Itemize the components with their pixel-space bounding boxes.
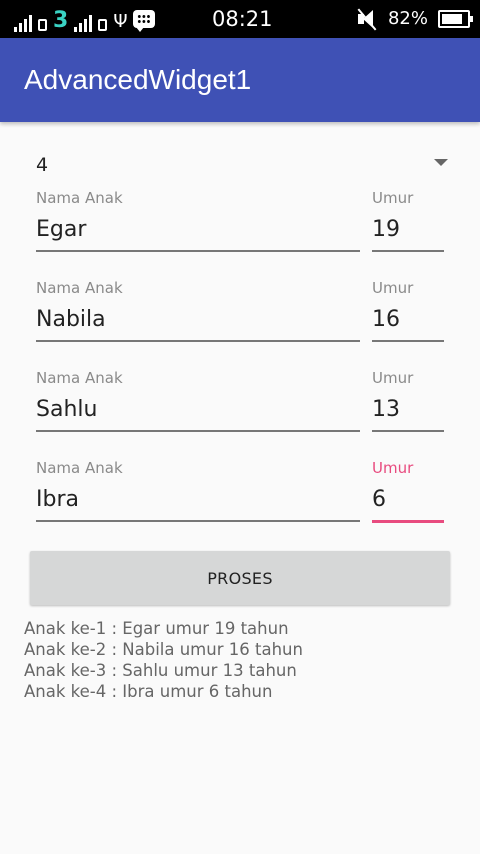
child-row: Nama Anak Egar Umur 19 — [0, 188, 480, 258]
app-bar: AdvancedWidget1 — [0, 38, 480, 122]
name-label: Nama Anak — [36, 189, 123, 207]
age-input[interactable]: 16 — [372, 306, 400, 334]
name-underline — [36, 520, 360, 522]
age-input[interactable]: 13 — [372, 396, 400, 424]
spinner-selected-value: 4 — [36, 154, 49, 176]
bbm-icon — [133, 10, 156, 32]
signal-icon — [74, 12, 93, 32]
result-line: Anak ke-1 : Egar umur 19 tahun — [24, 619, 289, 638]
name-label: Nama Anak — [36, 459, 123, 477]
battery-percent: 82% — [387, 8, 428, 29]
child-row: Nama Anak Sahlu Umur 13 — [0, 368, 480, 438]
name-input[interactable]: Sahlu — [36, 396, 97, 424]
result-text: Anak ke-1 : Egar umur 19 tahun Anak ke-2… — [24, 618, 454, 702]
age-underline-focused — [372, 520, 444, 523]
name-underline — [36, 340, 360, 342]
result-line: Anak ke-3 : Sahlu umur 13 tahun — [24, 661, 297, 680]
usb-icon: Ψ — [113, 11, 128, 32]
battery-icon — [438, 10, 473, 28]
name-input[interactable]: Ibra — [36, 486, 79, 514]
app-title: AdvancedWidget1 — [24, 64, 252, 95]
age-input[interactable]: 19 — [372, 216, 400, 244]
signal-icon — [14, 12, 32, 32]
name-underline — [36, 430, 360, 432]
status-bar-left: 3 Ψ — [14, 6, 156, 33]
age-underline — [372, 250, 444, 252]
result-line: Anak ke-2 : Nabila umur 16 tahun — [24, 640, 303, 659]
name-label: Nama Anak — [36, 279, 123, 297]
name-underline — [36, 250, 360, 252]
sd-card-icon — [98, 19, 108, 31]
name-input[interactable]: Nabila — [36, 306, 106, 334]
age-label: Umur — [372, 369, 414, 387]
age-underline — [372, 430, 444, 432]
status-bar-right: 82% — [356, 6, 473, 32]
name-label: Nama Anak — [36, 369, 123, 387]
age-underline — [372, 340, 444, 342]
sim-icon — [38, 19, 47, 31]
status-time: 08:21 — [212, 7, 273, 31]
child-row: Nama Anak Nabila Umur 16 — [0, 278, 480, 348]
age-input-focused[interactable]: 6 — [372, 486, 386, 514]
network-type-label: 3 — [53, 8, 69, 33]
child-count-spinner[interactable]: 4 — [24, 150, 456, 180]
proses-button-label: PROSES — [207, 568, 273, 588]
age-label-focused: Umur — [372, 459, 414, 477]
battery-fill — [442, 14, 462, 24]
child-row: Nama Anak Ibra Umur 6 — [0, 458, 480, 528]
age-label: Umur — [372, 189, 414, 207]
age-label: Umur — [372, 279, 414, 297]
mute-icon — [356, 8, 378, 31]
proses-button[interactable]: PROSES — [30, 551, 450, 605]
status-bar: 3 Ψ 08:21 82% — [0, 0, 480, 38]
name-input[interactable]: Egar — [36, 216, 86, 244]
result-line: Anak ke-4 : Ibra umur 6 tahun — [24, 682, 273, 701]
dropdown-arrow-icon — [434, 159, 448, 166]
